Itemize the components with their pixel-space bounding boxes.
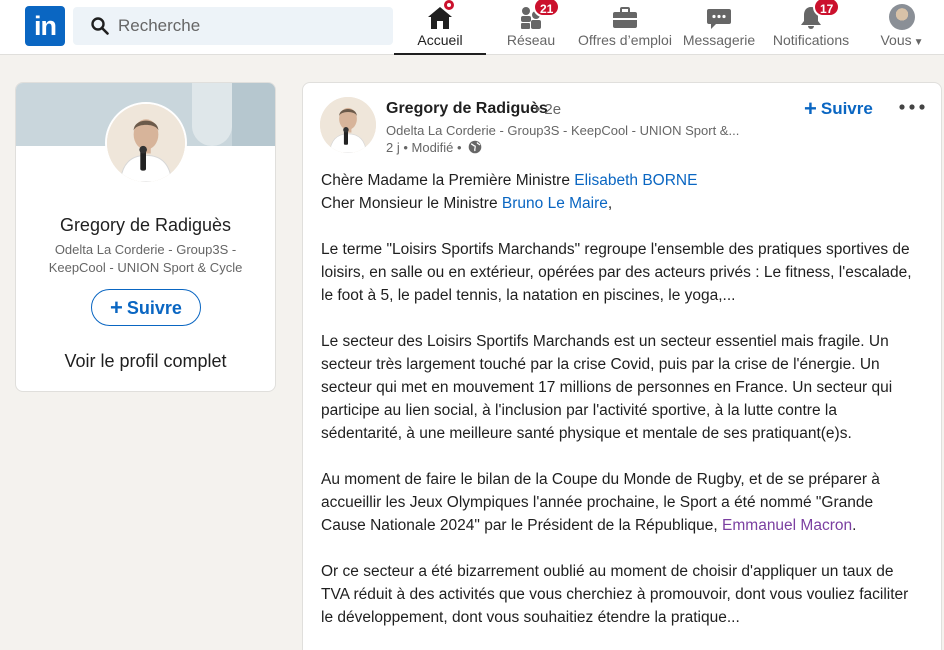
post-paragraph-4: Or ce secteur a été bizarrement oublié a… [321, 563, 909, 626]
mention-bruno-le-maire[interactable]: Bruno Le Maire [502, 195, 608, 212]
linkedin-logo-icon[interactable]: in [25, 6, 65, 46]
post-timestamp: 2 j • Modifié • [386, 140, 462, 155]
post-follow-button[interactable]: + Suivre [804, 96, 873, 122]
top-nav: in Accueil 21 Réseau Of [0, 0, 944, 55]
search-icon [91, 17, 109, 35]
profile-avatar[interactable] [105, 102, 187, 184]
follow-button-label: Suivre [126, 297, 182, 318]
chevron-down-icon: ▼ [913, 37, 924, 48]
mention-elisabeth-borne[interactable]: Elisabeth BORNE [574, 172, 697, 189]
post-paragraph-3: Au moment de faire le bilan de la Coupe … [321, 468, 921, 537]
post-meta: 2 j • Modifié • [386, 140, 482, 155]
greeting-punctuation: , [607, 195, 613, 212]
nav-notifications-label: Notifications [772, 32, 850, 48]
post-greeting: Chère Madame la Première Ministre Elisab… [321, 169, 921, 215]
paragraph-3-punctuation: . [852, 517, 857, 534]
nav-network-label: Réseau [506, 32, 556, 48]
follow-button[interactable]: + Suivre [91, 289, 201, 326]
home-notification-dot [442, 0, 456, 12]
post-author-name[interactable]: Gregory de Radiguès [386, 100, 548, 118]
post-card: Gregory de Radiguès • 2e Odelta La Corde… [302, 82, 942, 650]
view-full-profile-link[interactable]: Voir le profil complet [16, 351, 275, 372]
post-paragraph-2: Le secteur des Loisirs Sportifs Marchand… [321, 333, 893, 442]
nav-jobs[interactable]: Offres d’emploi [574, 0, 676, 55]
network-badge: 21 [533, 0, 561, 17]
nav-messaging-label: Messagerie [682, 32, 756, 48]
nav-home[interactable]: Accueil [394, 0, 486, 55]
connection-degree: • 2e [535, 101, 562, 118]
profile-headline: Odelta La Corderie - Group3S - KeepCool … [48, 242, 243, 275]
post-body: Chère Madame la Première Ministre Elisab… [321, 169, 921, 650]
nav-me-label: Vous ▼ [880, 32, 924, 48]
profile-card: Gregory de Radiguès Odelta La Corderie -… [15, 82, 276, 392]
globe-icon [468, 140, 482, 154]
plus-icon: + [804, 96, 817, 121]
nav-messaging[interactable]: Messagerie [681, 0, 757, 55]
greeting-line-2: Cher Monsieur le Ministre [321, 195, 502, 212]
avatar-icon [889, 4, 915, 30]
nav-me[interactable]: Vous ▼ [870, 0, 934, 55]
briefcase-icon [613, 7, 637, 28]
post-author-avatar[interactable] [320, 97, 376, 153]
post-author-headline: Odelta La Corderie - Group3S - KeepCool … [386, 123, 740, 138]
messaging-icon [707, 9, 731, 29]
plus-icon: + [110, 294, 123, 320]
post-follow-label: Suivre [820, 99, 873, 118]
search-input[interactable] [118, 7, 383, 45]
notifications-badge: 17 [813, 0, 841, 17]
greeting-line-1: Chère Madame la Première Ministre [321, 172, 575, 189]
nav-jobs-label: Offres d’emploi [578, 32, 672, 48]
more-options-icon[interactable] [898, 99, 926, 115]
profile-name[interactable]: Gregory de Radiguès [16, 215, 275, 236]
nav-home-label: Accueil [417, 32, 463, 48]
post-paragraph-1: Le terme "Loisirs Sportifs Marchands" re… [321, 241, 912, 304]
mention-emmanuel-macron[interactable]: Emmanuel Macron [722, 517, 852, 534]
nav-notifications[interactable]: 17 Notifications [768, 0, 854, 55]
nav-network[interactable]: 21 Réseau [495, 0, 567, 55]
search-bar[interactable] [73, 7, 393, 45]
